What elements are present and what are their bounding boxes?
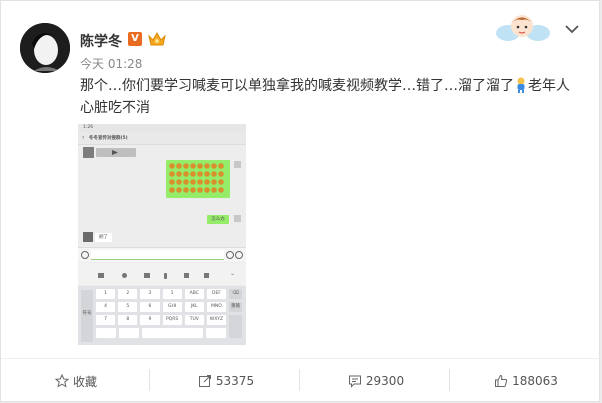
key[interactable]: 2 (118, 289, 138, 299)
key[interactable]: 7 (96, 315, 116, 325)
emoji-toggle-icon[interactable] (226, 251, 234, 259)
key[interactable]: 9 (140, 315, 160, 325)
key[interactable]: ABC (184, 289, 204, 299)
key[interactable]: MNO (206, 302, 227, 312)
chat-text-input[interactable] (91, 250, 224, 260)
repost-count: 53375 (215, 374, 255, 388)
key[interactable]: TUV (184, 315, 204, 325)
chat-header: ‹ 冬冬宣传对接群(5) (78, 132, 246, 145)
comment-count: 29300 (365, 374, 405, 388)
chat-avatar-left-2 (83, 232, 93, 242)
card-decoration-icon (496, 15, 550, 41)
key[interactable]: 8 (118, 315, 138, 325)
action-divider (449, 369, 450, 391)
key[interactable]: JKL (184, 302, 204, 312)
key[interactable]: DEF (206, 289, 227, 299)
key[interactable]: 4 (96, 302, 116, 312)
post-image-screenshot[interactable]: 1:26 ‹ 冬冬宣传对接群(5) 怎么办 刷了 ⌄ 符号 1 2 3 1 AB… (78, 124, 246, 345)
chat-message-right: 怎么办 (207, 215, 229, 224)
vip-crown-icon[interactable] (148, 31, 166, 47)
keyboard-layout-icon[interactable] (184, 273, 189, 278)
avatar[interactable] (20, 23, 70, 73)
keypad-row-2: 4 5 6 GHI JKL MNO (96, 302, 227, 312)
key[interactable]: PQRS (162, 315, 182, 325)
chat-title: 冬冬宣传对接群(5) (89, 136, 128, 141)
avatar-photo (20, 23, 70, 73)
key-blank[interactable] (96, 328, 117, 338)
key[interactable]: 3 (140, 289, 160, 299)
keyboard-collapse-icon[interactable]: ⌄ (230, 270, 235, 277)
repost-icon (198, 375, 211, 387)
phone-status-bar: 1:26 (78, 124, 246, 132)
chat-avatar-right-2 (234, 215, 241, 222)
phone-status-time: 1:26 (83, 125, 94, 130)
reset-key[interactable]: 重输 (229, 302, 242, 312)
star-icon (54, 374, 69, 388)
keyboard-toolbar: ⌄ (78, 263, 246, 285)
enter-key[interactable] (229, 315, 242, 338)
key[interactable]: WXYZ (206, 315, 227, 325)
post-text: 那个…你们要学习喊麦可以单独拿我的喊麦视频教学…错了…溜了溜了 老年人心脏吃不消 (80, 75, 580, 119)
key[interactable]: 5 (118, 302, 138, 312)
chat-avatar-left (83, 147, 94, 158)
key-symbols[interactable]: 符号 (81, 310, 93, 316)
keypad-grid: 1 2 3 1 ABC DEF 4 5 6 GHI JKL MNO 7 8 9 … (96, 289, 227, 338)
numeric-keypad: 符号 1 2 3 1 ABC DEF 4 5 6 GHI JKL MNO 7 8… (78, 286, 246, 345)
comment-icon (348, 375, 361, 388)
post-text-part1: 那个…你们要学习喊麦可以单独拿我的喊麦视频教学…错了…溜了溜了 (80, 78, 514, 94)
key[interactable]: 1 (162, 289, 182, 299)
chat-avatar-right (234, 161, 241, 168)
chat-emoji-grid-message (166, 160, 230, 198)
favorite-label: 收藏 (72, 374, 97, 389)
thumbs-up-icon (495, 374, 508, 387)
like-count: 188063 (512, 374, 558, 388)
space-key[interactable] (142, 328, 203, 338)
chat-input-bar (78, 247, 246, 262)
back-arrow-icon: ‹ (82, 134, 85, 141)
plus-toggle-icon[interactable] (235, 251, 243, 259)
play-icon (112, 150, 118, 155)
post-time[interactable]: 今天 01:28 (80, 55, 142, 72)
keyboard-mic-icon[interactable] (164, 273, 167, 279)
keyboard-tool-icon[interactable] (98, 273, 104, 278)
keyboard-clipboard-icon[interactable] (144, 273, 150, 278)
keyboard-search-icon[interactable] (204, 273, 209, 278)
key[interactable]: 1 (96, 289, 116, 299)
little-man-emoji-icon (517, 77, 525, 93)
keypad-row-3: 7 8 9 PQRS TUV WXYZ (96, 315, 227, 325)
chevron-down-icon[interactable] (564, 21, 580, 37)
keyboard-emoji-icon[interactable] (122, 273, 127, 278)
key-blank[interactable] (205, 328, 227, 338)
key[interactable]: 6 (140, 302, 160, 312)
repost-button[interactable]: 53375 (151, 359, 301, 403)
key-blank[interactable] (119, 328, 140, 338)
keypad-side-column: 符号 (81, 290, 93, 342)
chat-message-left: 刷了 (95, 233, 112, 242)
weibo-post-card: 陈学冬 V 今天 01:28 那个…你们要学习喊麦可以单独拿我的喊麦视频教学…错… (0, 0, 601, 403)
verified-v-icon: V (128, 32, 142, 46)
key[interactable]: GHI (162, 302, 182, 312)
action-divider (149, 369, 150, 391)
voice-toggle-icon[interactable] (81, 251, 89, 259)
like-button[interactable]: 188063 (451, 359, 601, 403)
action-divider (299, 369, 300, 391)
favorite-button[interactable]: 收藏 (1, 359, 151, 403)
keypad-row-1: 1 2 3 1 ABC DEF (96, 289, 227, 299)
username[interactable]: 陈学冬 (80, 31, 122, 51)
action-bar: 收藏 53375 29300 188063 (1, 358, 601, 403)
chat-video-message (96, 148, 136, 157)
keypad-row-4 (96, 328, 227, 338)
comment-button[interactable]: 29300 (301, 359, 451, 403)
backspace-key[interactable]: ⌫ (229, 289, 242, 299)
keypad-right-column: ⌫ 重输 (229, 289, 242, 342)
